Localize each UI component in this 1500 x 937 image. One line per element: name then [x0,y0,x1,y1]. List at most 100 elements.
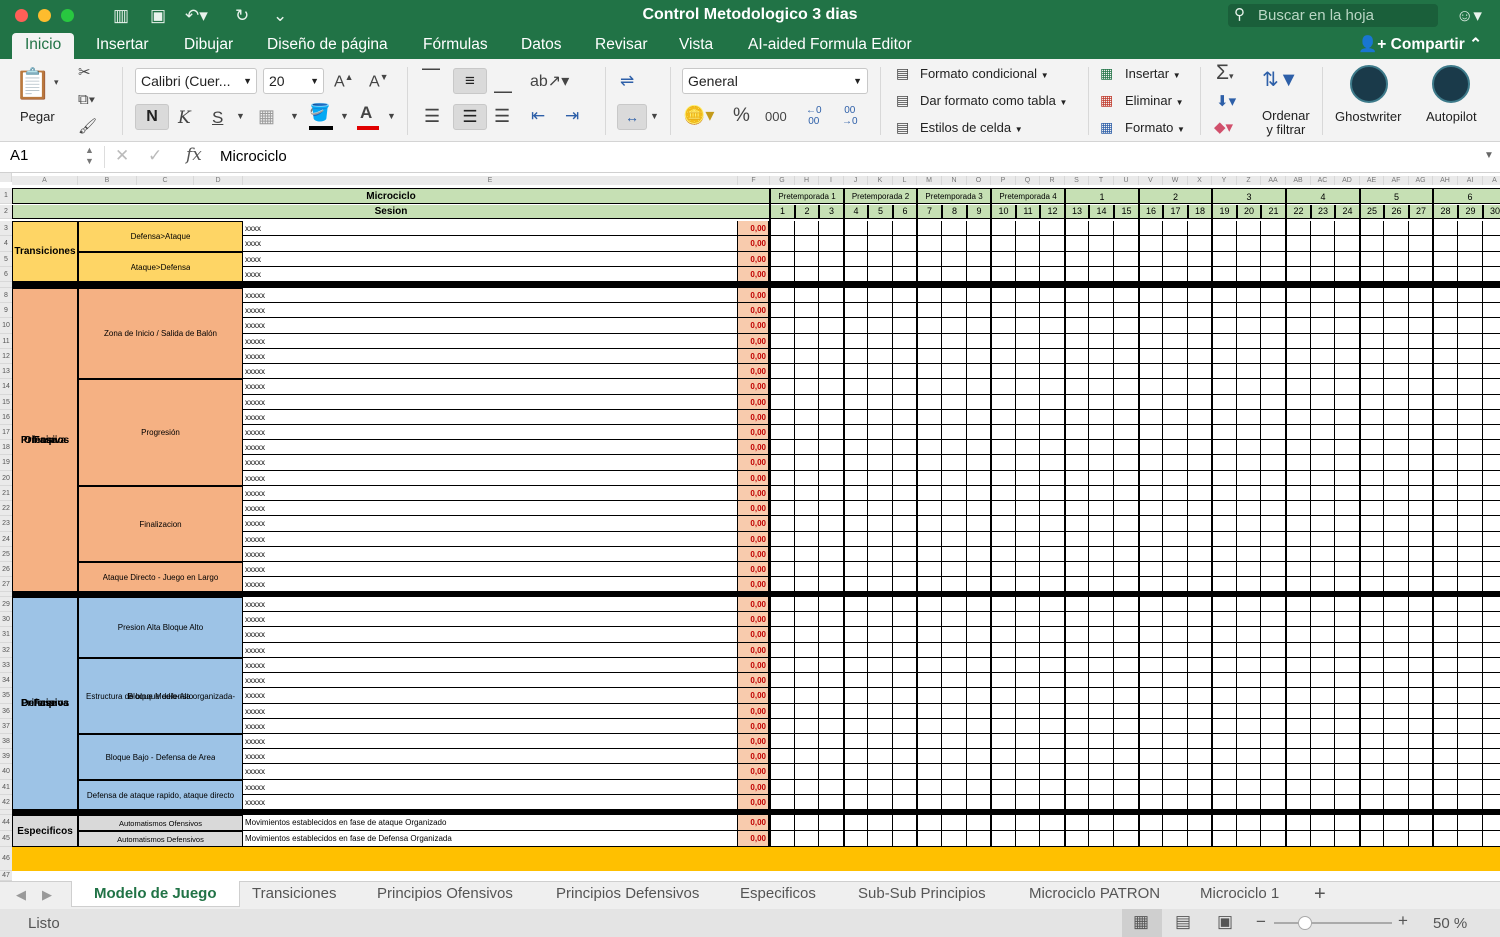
session-cell[interactable] [917,318,942,334]
item-text-cell[interactable]: xxxxx [243,379,738,395]
session-cell[interactable] [1212,425,1237,440]
session-number[interactable]: 11 [1016,205,1040,219]
session-cell[interactable] [770,288,795,303]
session-cell[interactable] [1433,673,1458,688]
session-cell[interactable] [1016,364,1040,379]
session-cell[interactable] [844,780,868,795]
session-cell[interactable] [1384,455,1409,471]
session-cell[interactable] [1188,471,1212,486]
session-cell[interactable] [1237,334,1261,349]
session-cell[interactable] [770,831,795,847]
session-number[interactable]: 7 [917,205,942,219]
session-cell[interactable] [1458,501,1483,516]
session-cell[interactable] [795,795,819,810]
session-cell[interactable] [1458,562,1483,577]
session-cell[interactable] [1384,334,1409,349]
session-cell[interactable] [1016,597,1040,612]
session-cell[interactable] [1286,532,1311,547]
session-cell[interactable] [1114,303,1139,318]
session-cell[interactable] [1089,831,1114,847]
session-cell[interactable] [1089,658,1114,673]
column-header[interactable]: AG [1409,176,1433,185]
session-cell[interactable] [917,612,942,627]
session-cell[interactable] [819,379,844,395]
session-cell[interactable] [1409,547,1433,562]
session-cell[interactable] [1237,734,1261,749]
session-cell[interactable] [1237,395,1261,410]
session-cell[interactable] [1433,532,1458,547]
session-cell[interactable] [819,471,844,486]
session-cell[interactable] [942,288,967,303]
session-cell[interactable] [868,364,893,379]
session-cell[interactable] [1384,643,1409,658]
session-cell[interactable] [770,734,795,749]
session-cell[interactable] [1286,267,1311,282]
session-cell[interactable] [1433,749,1458,764]
session-cell[interactable] [868,471,893,486]
session-cell[interactable] [991,364,1016,379]
session-cell[interactable] [1433,734,1458,749]
session-cell[interactable] [1458,471,1483,486]
session-cell[interactable] [991,221,1016,236]
total-value-cell[interactable]: 0,00 [738,486,770,501]
ghostwriter-logo-icon[interactable] [1350,65,1388,103]
format-painter-icon[interactable]: 🖌 [78,117,97,135]
session-cell[interactable] [1188,815,1212,831]
session-cell[interactable] [967,252,991,267]
session-cell[interactable] [1360,252,1384,267]
session-cell[interactable] [991,288,1016,303]
session-cell[interactable] [1163,425,1188,440]
row-header[interactable]: 42 [0,795,12,810]
session-cell[interactable] [1188,597,1212,612]
session-cell[interactable] [893,749,917,764]
total-value-cell[interactable]: 0,00 [738,471,770,486]
session-cell[interactable] [795,471,819,486]
session-cell[interactable] [868,764,893,780]
session-cell[interactable] [1237,658,1261,673]
session-cell[interactable] [1040,267,1065,282]
total-value-cell[interactable]: 0,00 [738,501,770,516]
session-number[interactable]: 8 [942,205,967,219]
session-cell[interactable] [991,318,1016,334]
column-header[interactable]: M [917,176,942,185]
session-number[interactable]: 17 [1163,205,1188,219]
session-cell[interactable] [1384,658,1409,673]
session-cell[interactable] [1016,349,1040,364]
session-cell[interactable] [1261,815,1286,831]
session-cell[interactable] [795,516,819,532]
session-cell[interactable] [868,267,893,282]
session-cell[interactable] [1040,288,1065,303]
session-cell[interactable] [1458,379,1483,395]
session-cell[interactable] [1188,501,1212,516]
session-cell[interactable] [991,395,1016,410]
session-cell[interactable] [1114,577,1139,592]
session-cell[interactable] [1261,379,1286,395]
column-header[interactable]: V [1139,176,1163,185]
session-cell[interactable] [1483,236,1500,252]
item-text-cell[interactable]: xxxxx [243,704,738,719]
column-header[interactable]: A [1483,176,1500,185]
session-cell[interactable] [844,688,868,704]
session-cell[interactable] [795,334,819,349]
row-header[interactable]: 3 [0,221,12,236]
session-cell[interactable] [1483,303,1500,318]
session-cell[interactable] [1360,236,1384,252]
session-cell[interactable] [1286,516,1311,532]
session-cell[interactable] [1114,780,1139,795]
session-cell[interactable] [819,795,844,810]
session-cell[interactable] [1089,471,1114,486]
session-cell[interactable] [1409,658,1433,673]
column-header[interactable]: P [991,176,1016,185]
session-cell[interactable] [1163,643,1188,658]
session-cell[interactable] [844,236,868,252]
row-header[interactable]: 24 [0,532,12,547]
session-cell[interactable] [1212,704,1237,719]
session-cell[interactable] [917,516,942,532]
row-header[interactable]: 19 [0,455,12,471]
session-cell[interactable] [1433,501,1458,516]
session-cell[interactable] [770,395,795,410]
item-text-cell[interactable]: xxxxx [243,658,738,673]
column-header[interactable]: A [12,176,78,185]
session-cell[interactable] [1188,349,1212,364]
session-cell[interactable] [1188,532,1212,547]
